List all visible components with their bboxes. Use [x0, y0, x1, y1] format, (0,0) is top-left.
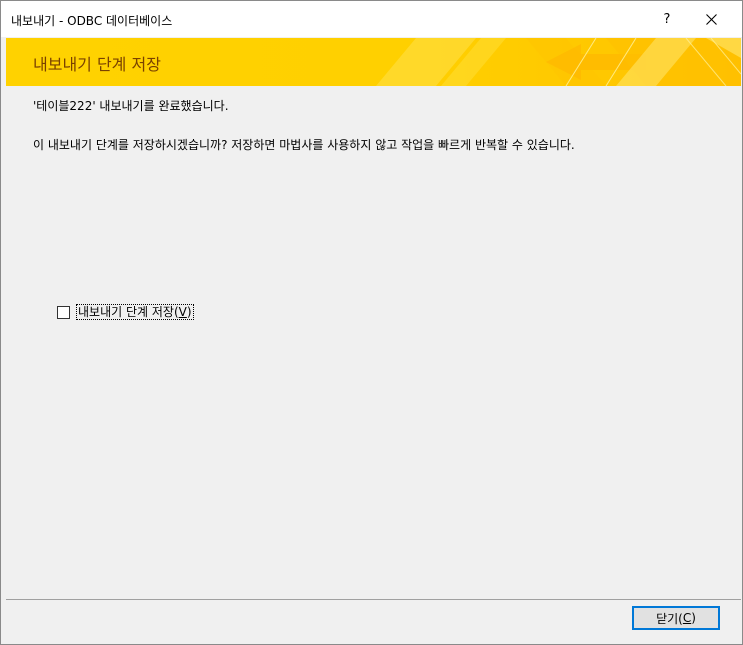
close-button[interactable]: 닫기(C)	[632, 606, 720, 630]
close-icon	[705, 13, 717, 25]
header-banner: 내보내기 단계 저장	[6, 38, 741, 86]
save-question-message: 이 내보내기 단계를 저장하시겠습니까? 저장하면 마법사를 사용하지 않고 작…	[33, 138, 575, 152]
banner-title: 내보내기 단계 저장	[33, 55, 161, 74]
save-steps-label[interactable]: 내보내기 단계 저장(V)	[76, 304, 194, 320]
help-icon: ?	[663, 11, 671, 27]
footer-separator	[6, 599, 741, 600]
export-complete-message: '테이블222' 내보내기를 완료했습니다.	[33, 99, 229, 113]
title-bar[interactable]: 내보내기 - ODBC 데이터베이스 ?	[1, 1, 742, 37]
window-title: 내보내기 - ODBC 데이터베이스	[11, 14, 173, 28]
window-close-button[interactable]	[689, 1, 733, 37]
help-button[interactable]: ?	[645, 1, 689, 37]
save-steps-option[interactable]: 내보내기 단계 저장(V)	[57, 304, 194, 320]
export-dialog-window: 내보내기 - ODBC 데이터베이스 ? 내보내기 단계 저장 '테이블222'…	[0, 0, 743, 645]
save-steps-checkbox[interactable]	[57, 305, 70, 319]
